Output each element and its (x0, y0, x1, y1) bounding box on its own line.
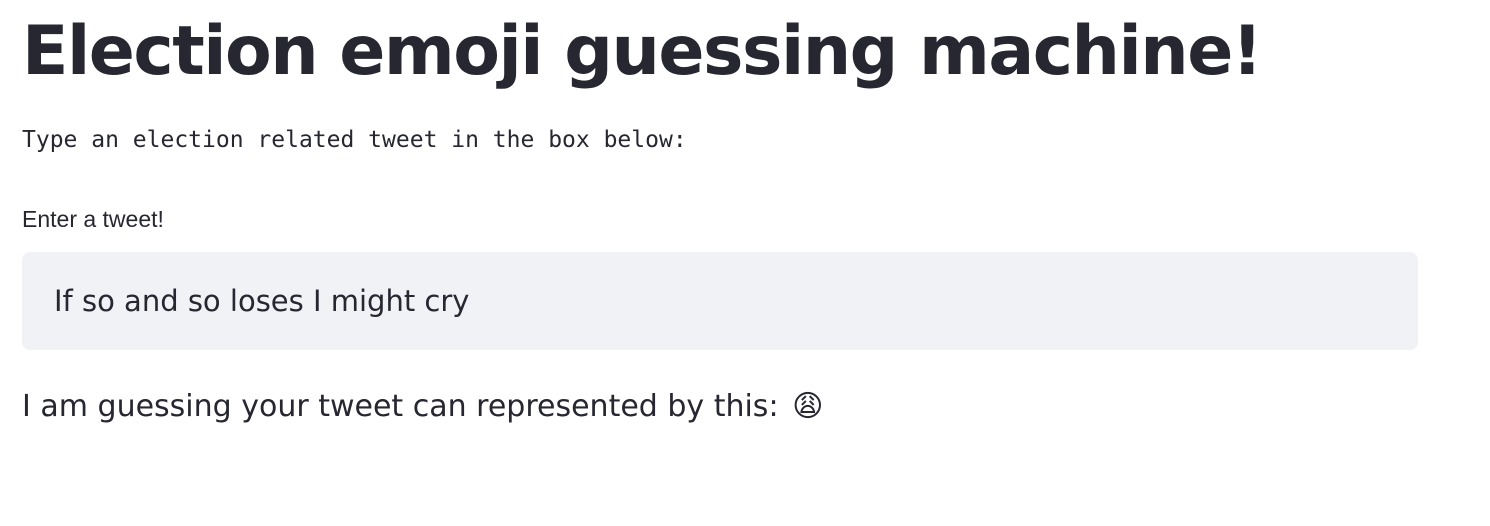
result-line: I am guessing your tweet can represented… (22, 388, 823, 426)
page-title: Election emoji guessing machine! (22, 12, 1263, 91)
tweet-input[interactable] (22, 252, 1418, 350)
tweet-input-container[interactable] (22, 252, 1418, 350)
intro-text: Type an election related tweet in the bo… (22, 127, 687, 153)
weary-face-icon: 😩 (792, 389, 824, 424)
result-text: I am guessing your tweet can represented… (22, 389, 779, 424)
tweet-input-label: Enter a tweet! (22, 206, 164, 232)
